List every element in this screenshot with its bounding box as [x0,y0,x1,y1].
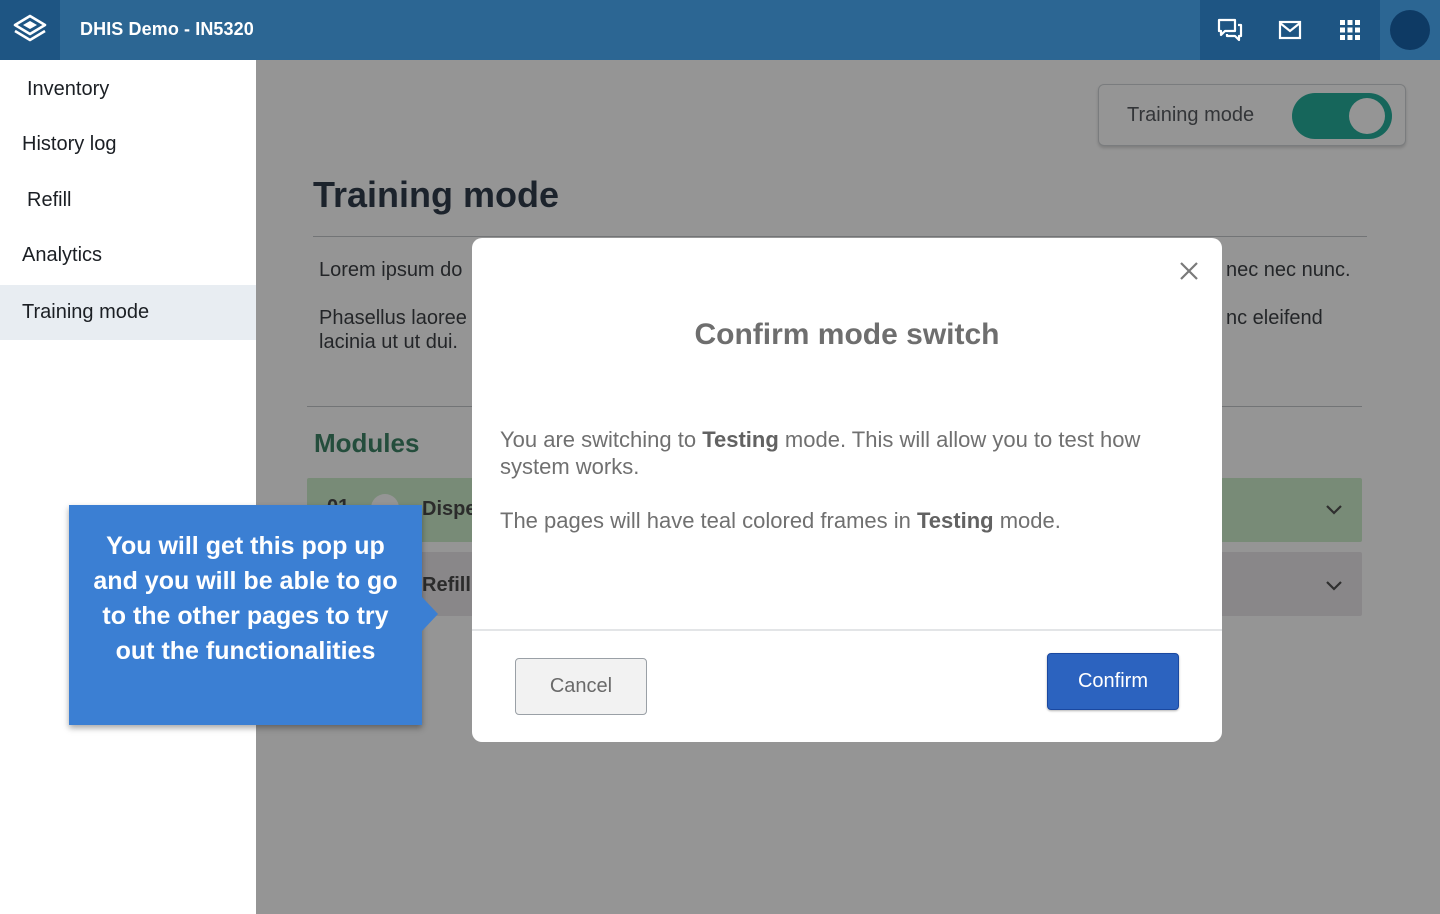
callout-pointer [422,597,438,631]
close-icon[interactable] [1178,260,1200,282]
confirm-button[interactable]: Confirm [1047,653,1179,710]
tutorial-callout: You will get this pop up and you will be… [69,505,422,725]
mail-icon [1278,20,1302,40]
modal-title: Confirm mode switch [694,318,1000,351]
profile-menu-button[interactable] [1380,0,1440,60]
body-text-bold: Testing [917,508,994,533]
app-title: DHIS Demo - IN5320 [80,19,254,39]
sidebar-item-label: Analytics [22,244,103,266]
interpretations-button[interactable] [1260,0,1320,60]
sidebar-item-inventory[interactable]: Inventory [0,62,256,117]
modal-body-paragraph: The pages will have teal colored frames … [500,507,1200,534]
dhis-logo[interactable] [0,0,60,60]
body-text: You are switching to [500,427,703,452]
body-text: mode. [993,508,1061,533]
top-header-bar: DHIS Demo - IN5320 [0,0,1440,60]
apps-menu-button[interactable] [1320,0,1380,60]
sidebar-item-analytics[interactable]: Analytics [0,228,256,283]
layers-logo-icon [13,14,47,42]
sidebar-item-refill[interactable]: Refill [0,173,256,228]
body-text: The pages will have teal colored frames … [500,508,917,533]
sidebar-item-label: History log [22,133,117,155]
sidebar-item-label: Training mode [22,301,150,323]
modal-body-paragraph: You are switching to Testing mode. This … [500,426,1200,480]
callout-text: You will get this pop up and you will be… [93,532,398,665]
sidebar-item-training-mode[interactable]: Training mode [0,285,256,340]
chat-icon [1217,18,1243,42]
sidebar-item-label: Refill [27,189,72,211]
apps-grid-icon [1340,20,1360,40]
messages-button[interactable] [1200,0,1260,60]
confirm-mode-switch-modal: Confirm mode switch You are switching to… [472,238,1222,742]
modal-footer-divider [472,629,1222,631]
sidebar-nav: Inventory History log Refill Analytics T… [0,60,256,914]
sidebar-item-history-log[interactable]: History log [0,117,256,172]
user-avatar [1390,10,1430,50]
cancel-button[interactable]: Cancel [515,658,647,715]
sidebar-item-label: Inventory [27,78,110,100]
modal-body: You are switching to Testing mode. This … [500,426,1200,534]
body-text-bold: Testing [702,427,779,452]
